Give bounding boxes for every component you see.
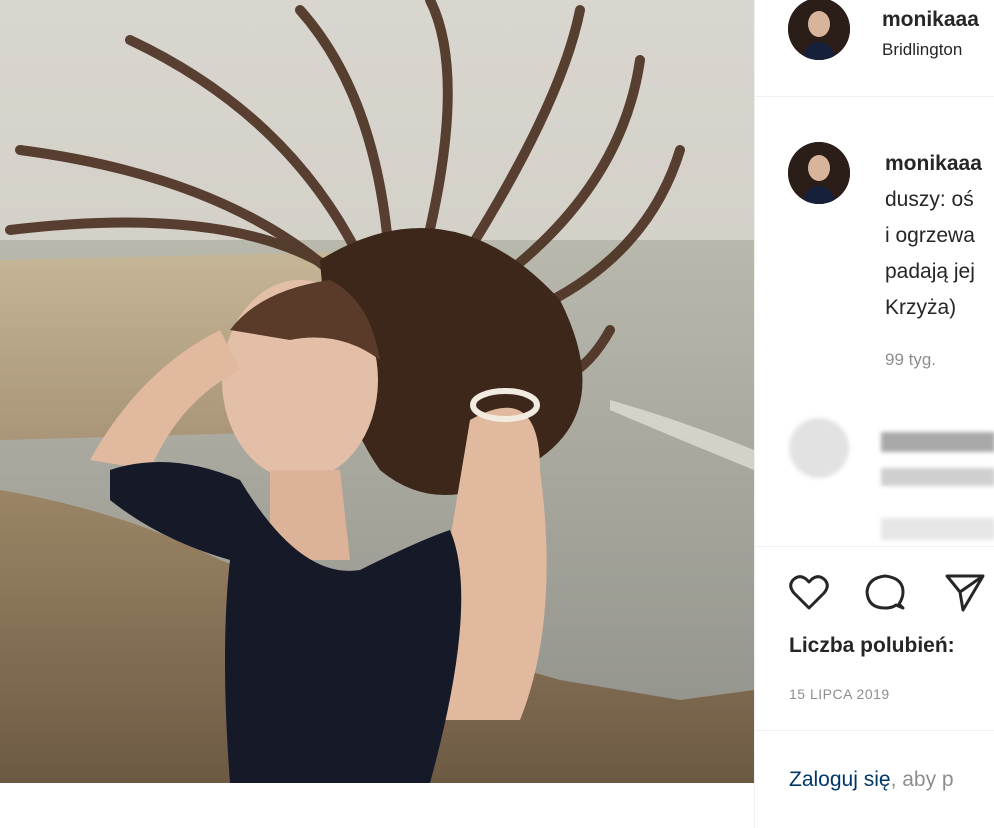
- send-icon: [945, 574, 985, 612]
- caption-line-1: duszy: oś: [885, 188, 974, 211]
- share-button[interactable]: [943, 570, 987, 614]
- comment-button[interactable]: [863, 570, 907, 614]
- post-date[interactable]: 15 LIPCA 2019: [789, 686, 890, 702]
- login-prompt-text: , aby p: [890, 768, 954, 791]
- login-prompt: Zaloguj się, aby p: [789, 768, 954, 792]
- caption-line-3: padają jej: [885, 260, 975, 283]
- login-link[interactable]: Zaloguj się: [789, 768, 891, 791]
- comment-avatar-blurred: [789, 418, 849, 478]
- header-avatar[interactable]: [788, 0, 850, 60]
- likes-count[interactable]: Liczba polubień:: [789, 634, 955, 658]
- post-photo[interactable]: [0, 0, 754, 783]
- comment-meta-blurred: [881, 518, 994, 540]
- header-divider: [755, 96, 994, 97]
- comment-text-blurred: [881, 432, 994, 452]
- caption-line-2: i ogrzewa: [885, 224, 975, 247]
- caption-username[interactable]: monikaaa: [885, 152, 982, 176]
- caption-avatar[interactable]: [788, 142, 850, 204]
- actions-divider: [755, 546, 994, 547]
- header-username[interactable]: monikaaa: [882, 8, 979, 32]
- photo-footer-space: [0, 783, 754, 828]
- like-button[interactable]: [787, 570, 831, 614]
- comment-text-blurred: [881, 468, 994, 486]
- login-divider: [755, 730, 994, 731]
- caption-line-4: Krzyża): [885, 296, 957, 319]
- photo-image: [0, 0, 754, 783]
- heart-icon: [789, 575, 829, 610]
- caption-timestamp[interactable]: 99 tyg.: [885, 350, 936, 370]
- post-side-panel: monikaaa Bridlington monikaaa duszy: oś …: [754, 0, 994, 828]
- header-location[interactable]: Bridlington: [882, 40, 962, 60]
- comment-icon: [865, 574, 905, 610]
